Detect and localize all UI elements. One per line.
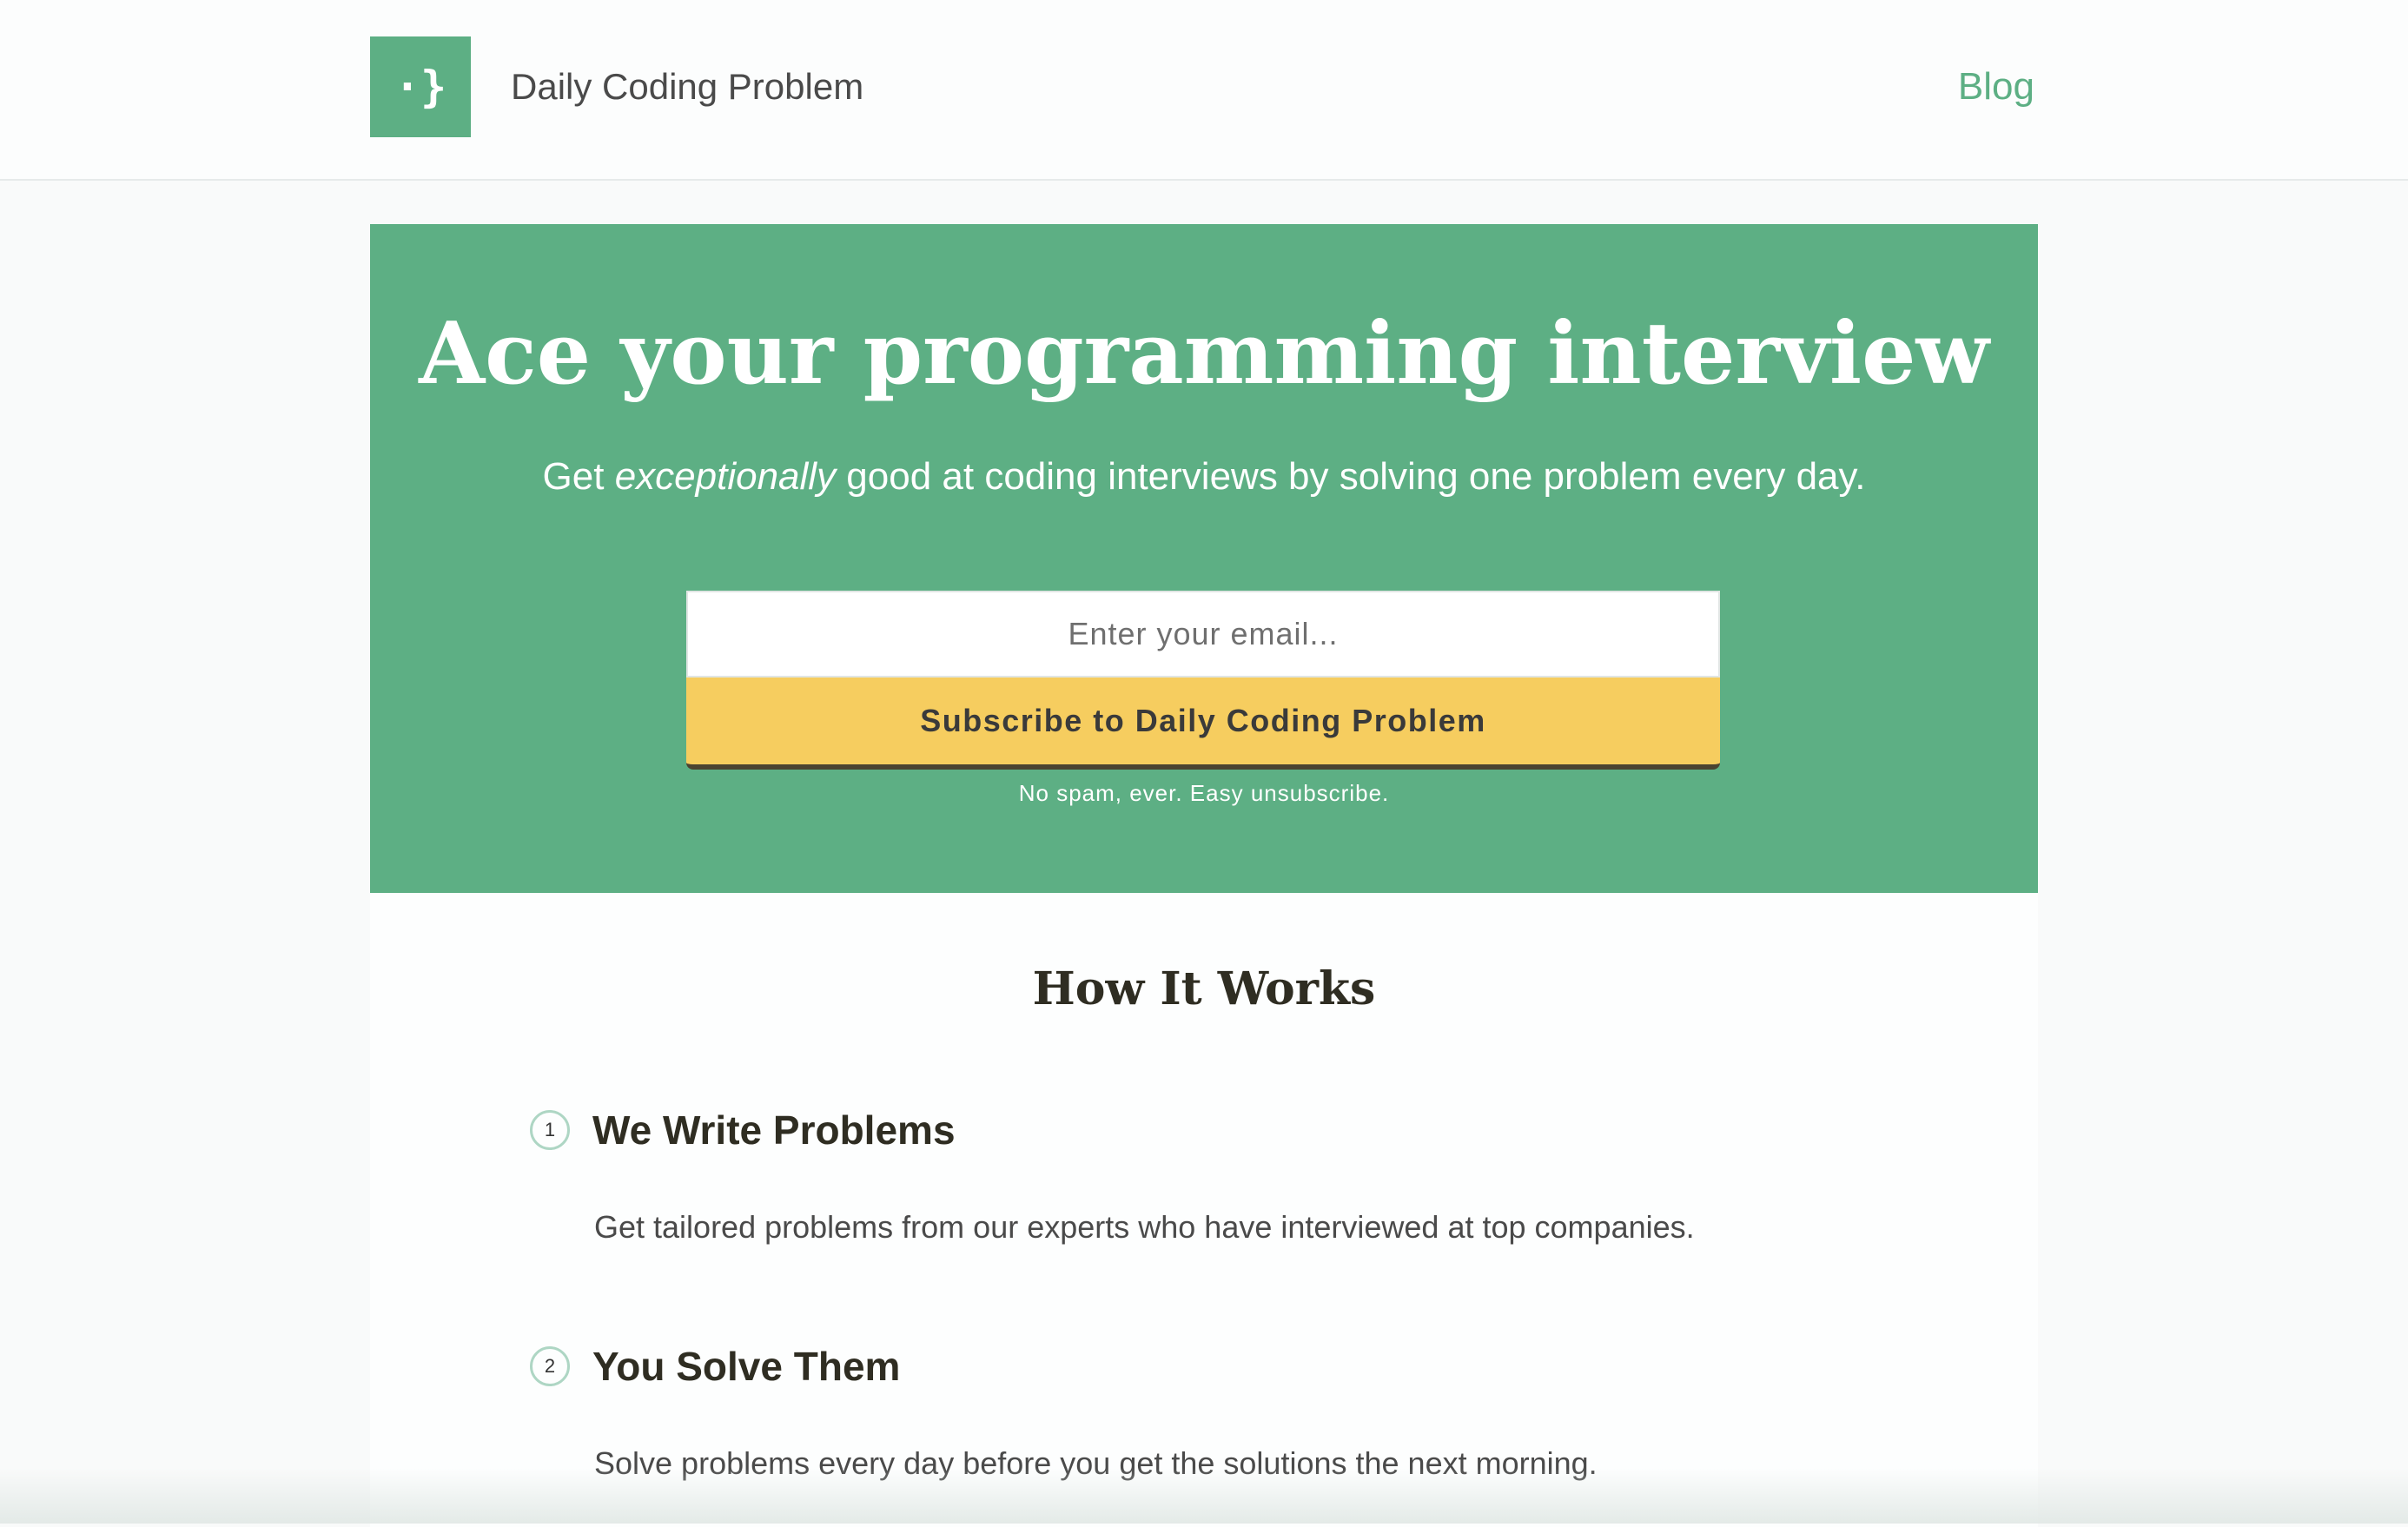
hero-subtitle-pre: Get (542, 455, 615, 498)
hero-section: Ace your programming interview Get excep… (370, 224, 2038, 893)
top-navigation-bar: ·} Daily Coding Problem Blog (0, 0, 2408, 181)
logo-glyph: ·} (394, 62, 447, 112)
step-heading: We Write Problems (592, 1107, 956, 1153)
subscribe-button[interactable]: Subscribe to Daily Coding Problem (686, 678, 1720, 770)
logo-icon[interactable]: ·} (370, 36, 471, 137)
bottom-fade-shadow (0, 1468, 2408, 1524)
step-number-badge: 1 (530, 1110, 570, 1150)
main-content-card: Ace your programming interview Get excep… (370, 224, 2038, 1527)
hero-subtitle-post: good at coding interviews by solving one… (836, 455, 1866, 498)
signup-form: Subscribe to Daily Coding Problem (686, 591, 1720, 770)
blog-link[interactable]: Blog (1958, 61, 2034, 113)
no-spam-note: No spam, ever. Easy unsubscribe. (1018, 780, 1390, 806)
hero-subtitle: Get exceptionally good at coding intervi… (370, 446, 2038, 507)
email-input[interactable] (686, 591, 1720, 678)
step-number-badge: 2 (530, 1346, 570, 1386)
hero-title: Ace your programming interview (419, 304, 1989, 404)
brand-name[interactable]: Daily Coding Problem (511, 61, 863, 113)
hero-subtitle-emphasis: exceptionally (614, 455, 837, 498)
how-it-works-title: How It Works (1032, 962, 1376, 1015)
step-heading: You Solve Them (592, 1344, 901, 1389)
step-description: Get tailored problems from our experts w… (594, 1209, 1695, 1245)
